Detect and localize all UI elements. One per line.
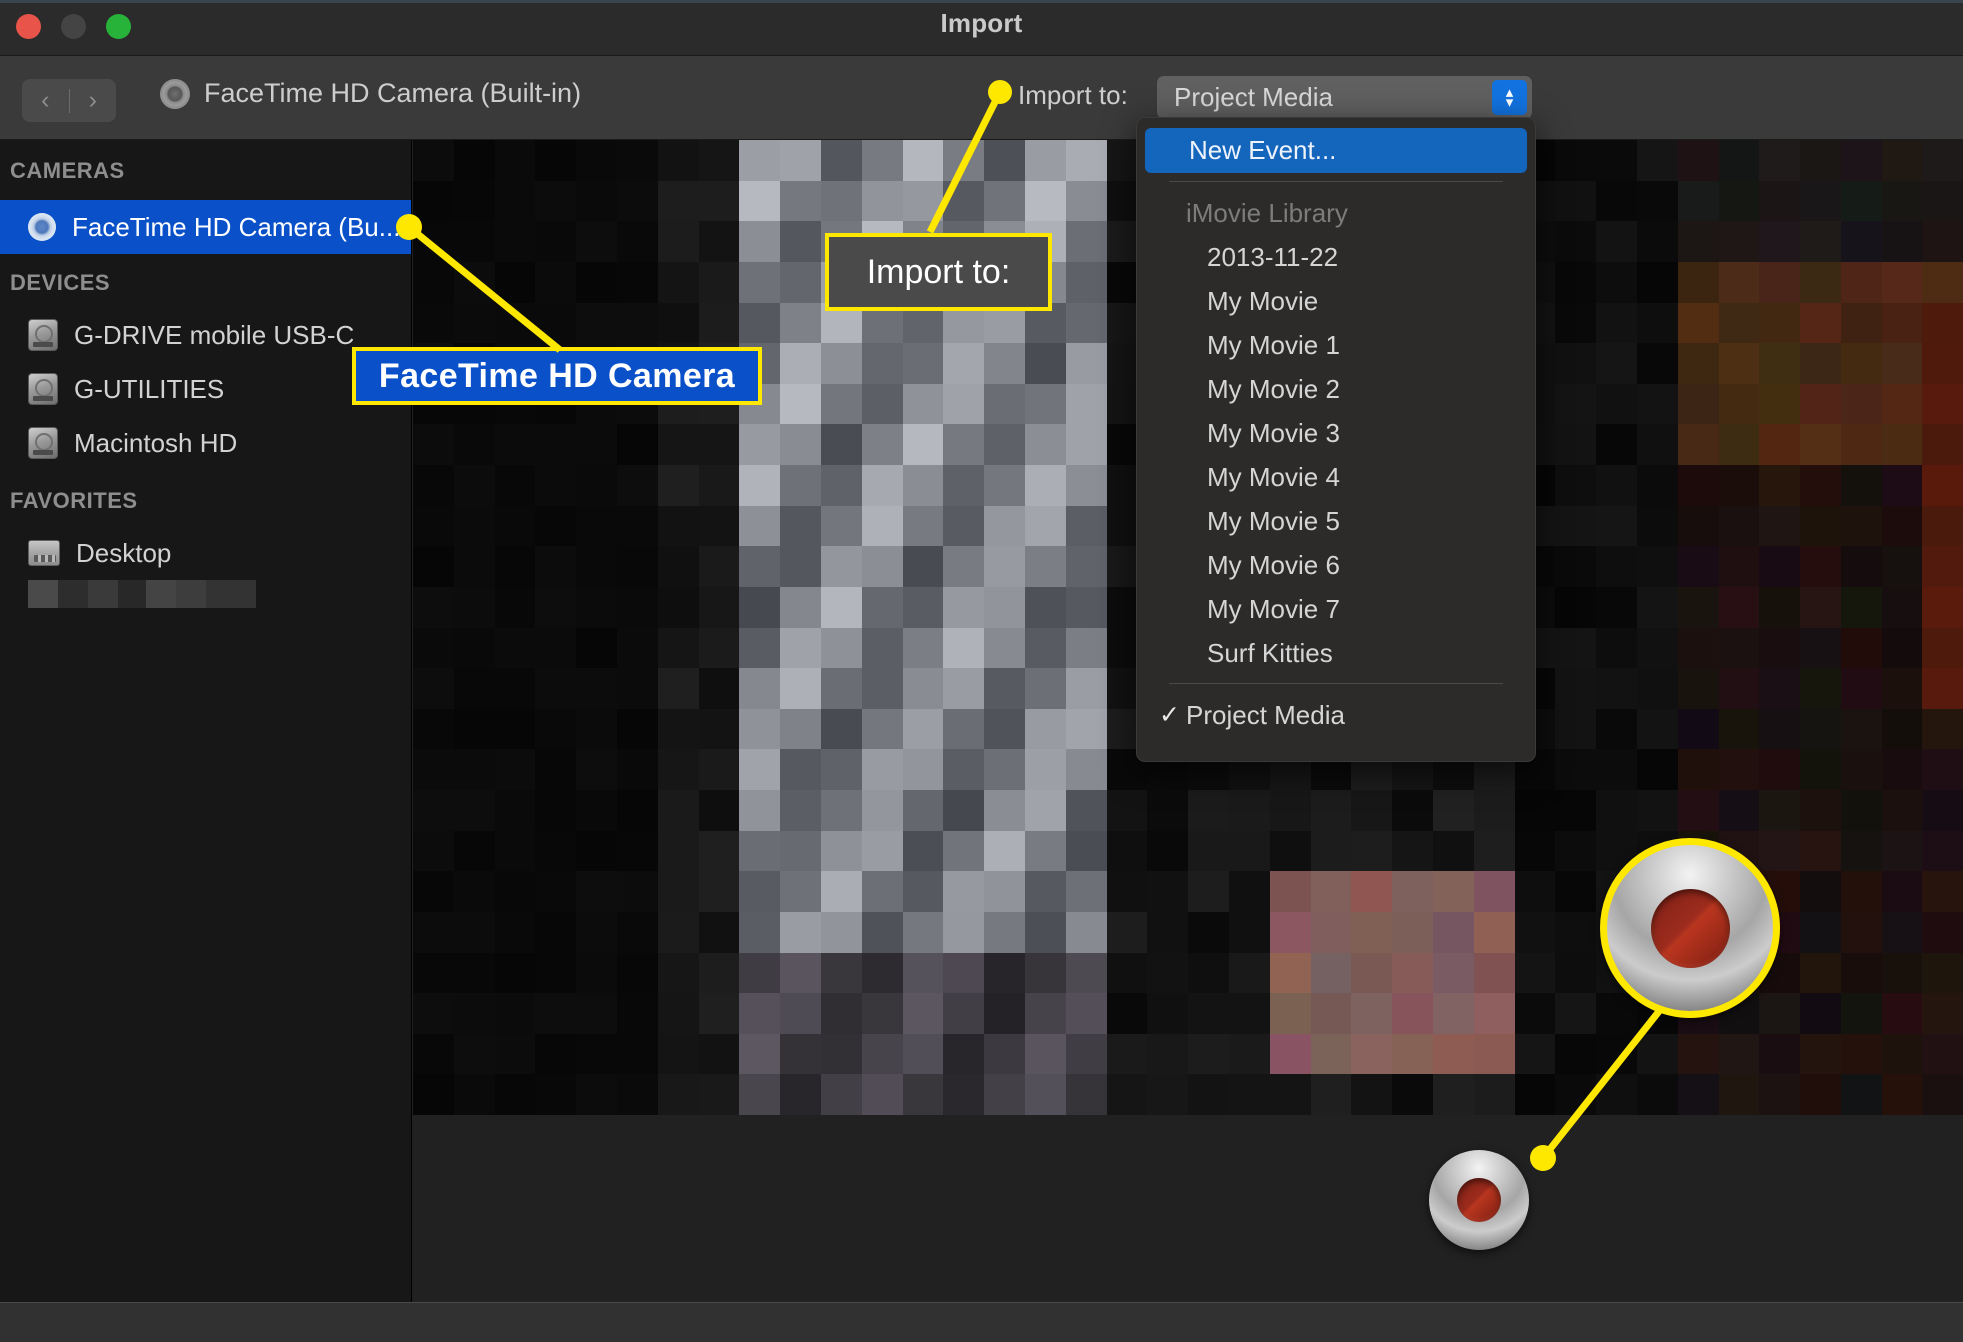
facetime-camera-callout: FaceTime HD Camera xyxy=(352,347,762,405)
sidebar-item-facetime-hd-camera[interactable]: FaceTime HD Camera (Bu... xyxy=(0,200,411,254)
record-dot-icon xyxy=(1457,1178,1501,1222)
menu-item-new-event[interactable]: New Event... xyxy=(1145,128,1527,173)
menu-item-label: Project Media xyxy=(1186,700,1345,731)
menu-item-event[interactable]: My Movie 6 xyxy=(1137,543,1535,587)
current-camera-label: FaceTime HD Camera (Built-in) xyxy=(204,78,581,109)
chevron-down-icon: ▾ xyxy=(1506,98,1514,108)
menu-item-event[interactable]: My Movie xyxy=(1137,279,1535,323)
menu-item-event[interactable]: My Movie 7 xyxy=(1137,587,1535,631)
menu-item-event[interactable]: My Movie 5 xyxy=(1137,499,1535,543)
sidebar: CAMERAS FaceTime HD Camera (Bu... DEVICE… xyxy=(0,140,412,1302)
menu-item-event[interactable]: My Movie 1 xyxy=(1137,323,1535,367)
hard-drive-icon xyxy=(28,373,58,405)
record-button-magnified-callout xyxy=(1600,838,1780,1018)
sidebar-item-g-utilities[interactable]: G-UTILITIES xyxy=(0,362,411,416)
navigation-segmented-control[interactable]: ‹ › xyxy=(22,79,116,122)
menu-divider xyxy=(1169,181,1503,182)
checkmark-icon: ✓ xyxy=(1159,700,1180,730)
sidebar-item-label: G-DRIVE mobile USB-C xyxy=(74,320,354,351)
menu-item-event[interactable]: My Movie 3 xyxy=(1137,411,1535,455)
sidebar-item-desktop[interactable]: Desktop xyxy=(0,526,411,580)
import-to-callout: Import to: xyxy=(825,233,1052,311)
hard-drive-icon xyxy=(28,427,58,459)
record-dot-icon xyxy=(1651,889,1730,968)
menu-item-event[interactable]: Surf Kitties xyxy=(1137,631,1535,675)
sidebar-item-macintosh-hd[interactable]: Macintosh HD xyxy=(0,416,411,470)
desktop-icon xyxy=(28,540,60,566)
hard-drive-icon xyxy=(28,319,58,351)
sidebar-item-label: G-UTILITIES xyxy=(74,374,224,405)
sidebar-item-redacted[interactable] xyxy=(28,580,256,608)
import-to-dropdown-menu[interactable]: New Event... iMovie Library 2013-11-22 M… xyxy=(1136,117,1536,762)
sidebar-item-label: FaceTime HD Camera (Bu... xyxy=(72,212,400,243)
camera-icon xyxy=(28,213,56,241)
back-button[interactable]: ‹ xyxy=(22,88,69,113)
sidebar-item-label: Desktop xyxy=(76,538,171,569)
camera-icon xyxy=(160,79,190,109)
sidebar-item-g-drive-mobile-usb-c[interactable]: G-DRIVE mobile USB-C xyxy=(0,308,411,362)
sidebar-item-label: Macintosh HD xyxy=(74,428,237,459)
forward-button[interactable]: › xyxy=(70,88,117,113)
import-window: Import ‹ › FaceTime HD Camera (Built-in)… xyxy=(0,0,1963,1342)
chevron-updown-icon[interactable]: ▴ ▾ xyxy=(1492,80,1527,115)
window-top-edge xyxy=(0,0,1963,3)
import-to-value: Project Media xyxy=(1174,82,1333,113)
sidebar-header-favorites: FAVORITES xyxy=(0,488,411,514)
sidebar-header-cameras: CAMERAS xyxy=(0,158,411,184)
menu-divider xyxy=(1169,683,1503,684)
current-camera-title: FaceTime HD Camera (Built-in) xyxy=(160,78,581,109)
import-to-popup-button[interactable]: Project Media ▴ ▾ xyxy=(1157,76,1532,119)
menu-item-project-media[interactable]: ✓ Project Media xyxy=(1137,693,1535,737)
window-title: Import xyxy=(0,8,1963,39)
menu-item-event[interactable]: My Movie 4 xyxy=(1137,455,1535,499)
title-bar: Import xyxy=(0,0,1963,56)
import-to-label: Import to: xyxy=(1018,80,1128,111)
menu-item-event[interactable]: 2013-11-22 xyxy=(1137,235,1535,279)
window-bottom-bar xyxy=(0,1302,1963,1342)
record-button[interactable] xyxy=(1429,1150,1529,1250)
sidebar-header-devices: DEVICES xyxy=(0,270,411,296)
menu-item-event[interactable]: My Movie 2 xyxy=(1137,367,1535,411)
menu-group-header-imovie-library: iMovie Library xyxy=(1137,191,1535,235)
